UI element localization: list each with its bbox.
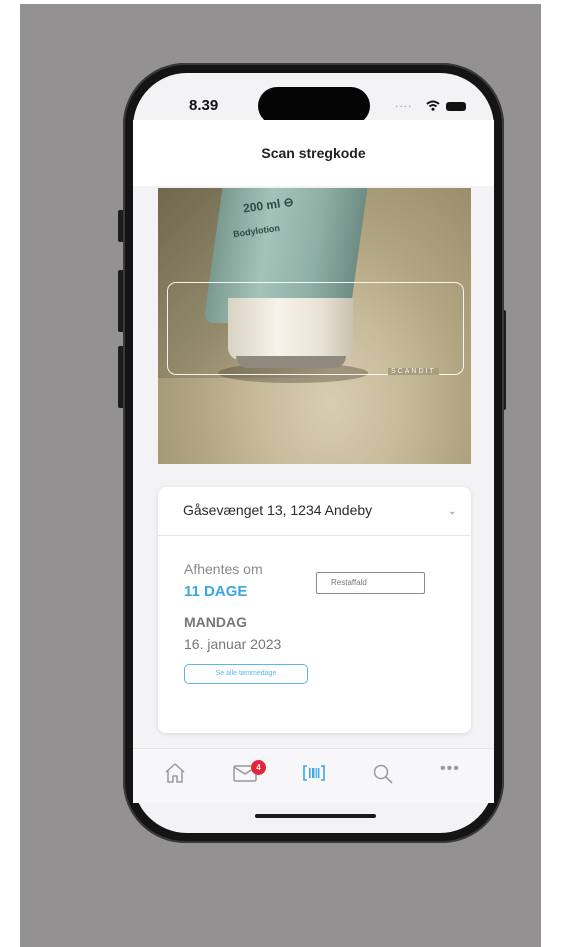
divider	[158, 535, 471, 536]
barcode-scan-icon[interactable]	[303, 764, 325, 782]
scandit-logo: SCANDIT	[388, 368, 439, 375]
status-time: 8.39	[189, 97, 219, 114]
pickup-label: Afhentes om	[184, 561, 263, 577]
waste-type-badge: Restaffald	[316, 572, 425, 594]
days-until-pickup: 11 DAGE	[184, 583, 248, 600]
unread-badge: 4	[251, 760, 266, 775]
pickup-card	[158, 487, 471, 733]
chevron-down-icon[interactable]: ⌄	[448, 506, 456, 517]
address-selector[interactable]: Gåsevænget 13, 1234 Andeby	[183, 502, 372, 518]
home-icon[interactable]	[164, 762, 186, 784]
search-icon[interactable]	[372, 763, 394, 785]
pickup-weekday: MANDAG	[184, 614, 247, 630]
signal-dots: ....	[395, 96, 413, 110]
see-all-dates-button[interactable]: Se alle tømmedage	[184, 664, 308, 684]
wifi-icon	[426, 100, 440, 111]
page-title: Scan stregkode	[261, 145, 366, 161]
scan-area-frame	[167, 282, 464, 375]
battery-icon	[446, 102, 466, 111]
more-icon[interactable]: •••	[440, 760, 460, 778]
home-indicator	[255, 814, 376, 818]
pickup-date: 16. januar 2023	[184, 636, 282, 652]
camera-preview[interactable]: 200 ml ⊖ Bodylotion SCANDIT	[158, 188, 471, 464]
